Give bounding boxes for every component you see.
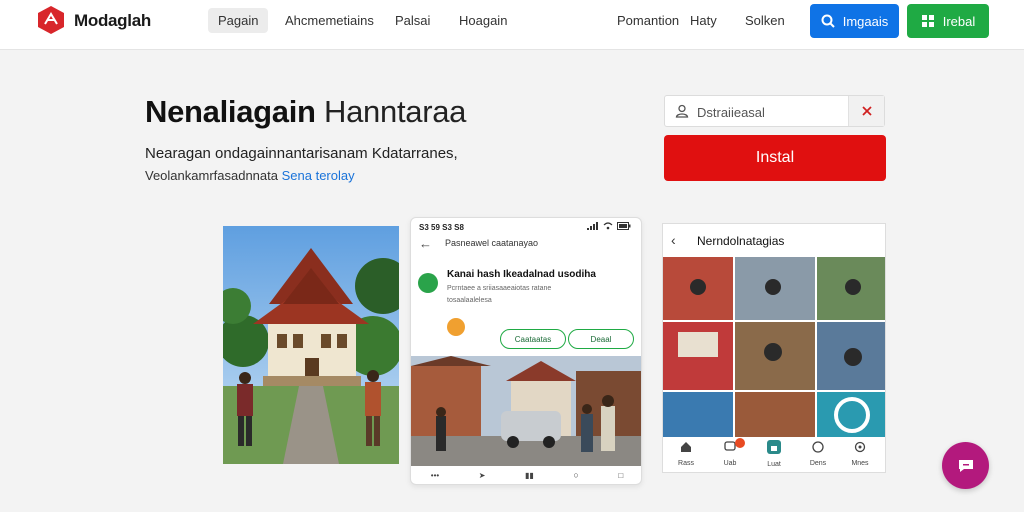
brand-name[interactable]: Modaglah xyxy=(74,11,151,31)
phone-preview: S3 59 S3 S8 ← Pasneawel caatanayao Kanai… xyxy=(410,217,642,485)
photo-grid[interactable] xyxy=(663,257,886,437)
search-icon xyxy=(821,14,835,28)
rebal-button-label: Irebal xyxy=(942,13,976,29)
location-icon[interactable]: ➤ xyxy=(479,471,486,480)
top-navbar: Modaglah Pagain Ahcmemetiains Palsai Hoa… xyxy=(0,0,1024,50)
phone-bottom-nav: ••• ➤ ▮▮ ○ □ xyxy=(411,466,641,484)
gallery-bottom-nav: Rass Uab Luat Dens Mnes xyxy=(663,438,885,472)
close-icon xyxy=(861,106,872,116)
gallery-nav-circle[interactable]: Dens xyxy=(803,440,833,467)
hero-tagline-link[interactable]: Sena terolay xyxy=(282,168,355,183)
search-clear-button[interactable] xyxy=(848,96,884,126)
gallery-nav-settings[interactable]: Mnes xyxy=(845,440,875,467)
avatar[interactable] xyxy=(418,273,438,293)
grid-icon xyxy=(921,15,934,27)
settings-icon xyxy=(854,441,866,453)
gallery-nav-label: Luat xyxy=(767,461,781,468)
gallery-preview: ‹ Nerndolnatagias Rass Uab Luat Dens Mne… xyxy=(662,223,886,473)
status-time: S3 59 S3 S8 xyxy=(419,223,464,232)
gallery-nav-label: Dens xyxy=(809,460,827,467)
user-icon xyxy=(675,104,689,118)
nav-item-palsai[interactable]: Palsai xyxy=(395,13,430,28)
signal-icon xyxy=(587,222,598,230)
gallery-nav-messages[interactable]: Uab xyxy=(715,438,745,467)
page-title: Nenaliagain Hanntaraa xyxy=(145,94,466,130)
back-arrow-icon[interactable]: ← xyxy=(419,236,432,251)
images-button-label: Imgaais xyxy=(842,13,889,29)
square-icon[interactable]: □ xyxy=(618,471,623,480)
nav-item-ahcmemetiains[interactable]: Ahcmemetiains xyxy=(285,13,374,28)
lock-icon xyxy=(767,440,781,454)
nav-item-pomantion[interactable]: Pomantion xyxy=(617,13,679,28)
post-meta-line-1: Pcrntaee a sriiasaaeaiotas ratane xyxy=(447,285,552,292)
chat-fab-button[interactable] xyxy=(942,442,989,489)
gallery-nav-label: Uab xyxy=(723,460,737,467)
gallery-nav-label: Rass xyxy=(678,460,694,467)
post-meta-line-2: tosaalaalelesa xyxy=(447,297,492,304)
nav-item-hoagain[interactable]: Hoagain xyxy=(459,13,507,28)
install-button[interactable]: Instal xyxy=(664,135,886,181)
chat-bubble-icon xyxy=(958,459,973,472)
stats-icon[interactable]: ▮▮ xyxy=(525,471,534,480)
hero-subtitle: Nearagan ondagainnantarisanam Kdatarrane… xyxy=(145,145,458,162)
hero-tagline: Veolankamrfasadnnata Sena terolay xyxy=(145,168,355,183)
status-icons xyxy=(587,222,631,230)
gallery-nav-home[interactable]: Rass xyxy=(671,440,701,467)
images-button[interactable]: Imgaais xyxy=(810,4,899,38)
nav-item-solken[interactable]: Solken xyxy=(745,13,785,28)
message-button[interactable]: Deaal xyxy=(568,329,634,349)
rebal-button[interactable]: Irebal xyxy=(907,4,989,38)
street-photo xyxy=(411,356,641,466)
wifi-icon xyxy=(603,222,613,230)
home-icon xyxy=(681,442,691,452)
post-title: Kanai hash Ikeadalnad usodiha xyxy=(447,269,596,280)
nav-item-haty[interactable]: Haty xyxy=(690,13,717,28)
brand-logo-icon[interactable] xyxy=(36,5,66,35)
circle-icon xyxy=(812,441,824,453)
follow-button[interactable]: Caataatas xyxy=(500,329,566,349)
menu-dots-icon[interactable]: ••• xyxy=(431,471,439,480)
home-circle-icon[interactable]: ○ xyxy=(573,470,578,480)
search-field[interactable] xyxy=(664,95,885,127)
battery-icon xyxy=(617,222,631,230)
hero-tagline-text: Veolankamrfasadnnata xyxy=(145,168,278,183)
search-input[interactable] xyxy=(697,101,847,123)
gallery-nav-label: Mnes xyxy=(851,460,869,467)
back-chevron-icon[interactable]: ‹ xyxy=(671,232,676,248)
gallery-title: Nerndolnatagias xyxy=(697,234,785,248)
notification-badge xyxy=(735,438,745,448)
page-title-bold: Nenaliagain xyxy=(145,94,316,129)
reaction-icon[interactable] xyxy=(447,318,465,336)
post-meta: Pcrntaee a sriiasaaeaiotas ratane tosaal… xyxy=(447,283,627,307)
phone-header-title: Pasneawel caatanayao xyxy=(445,238,539,248)
house-photo xyxy=(223,226,399,464)
nav-item-pagain[interactable]: Pagain xyxy=(208,8,269,33)
page-title-light: Hanntaraa xyxy=(324,94,467,129)
gallery-nav-lock[interactable]: Luat xyxy=(759,440,789,468)
